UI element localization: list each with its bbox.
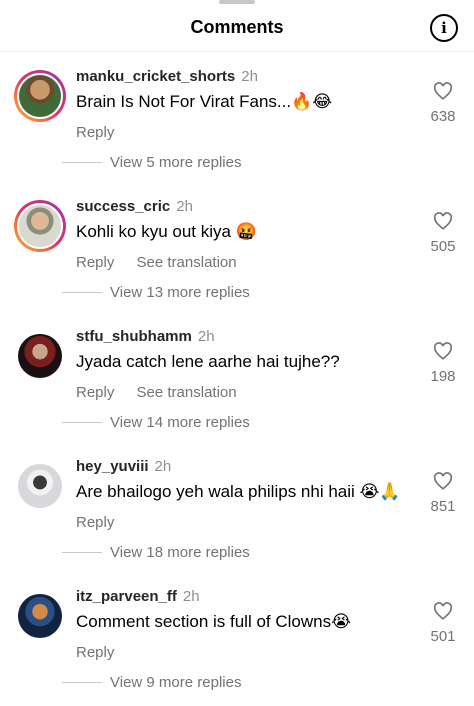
comment-actions: Reply <box>76 124 132 141</box>
view-replies-label: View 9 more replies <box>110 674 242 691</box>
avatar[interactable] <box>18 594 62 638</box>
comment-time: 2h <box>176 198 193 215</box>
comment-actions: Reply See translation <box>76 254 255 271</box>
comment-time: 2h <box>241 68 258 85</box>
comment-item: itz_parveen_ff 2h Comment section is full… <box>0 588 474 706</box>
replies-divider <box>62 292 102 293</box>
comment-actions: Reply <box>76 644 132 661</box>
like-control: 638 <box>426 82 460 125</box>
info-icon-glyph: i <box>441 18 447 37</box>
comment-item: stfu_shubhamm 2h Jyada catch lene aarhe h… <box>0 328 474 458</box>
comment-time: 2h <box>197 328 215 345</box>
like-count: 501 <box>430 628 456 645</box>
heart-icon[interactable] <box>433 472 453 490</box>
comment-text: Kohli ko kyu out kiya 🤬 <box>76 222 257 241</box>
view-replies-button[interactable]: View 18 more replies <box>62 544 250 561</box>
reply-button[interactable]: Reply <box>76 254 114 271</box>
view-replies-label: View 5 more replies <box>110 154 242 171</box>
avatar[interactable] <box>18 334 62 378</box>
avatar[interactable] <box>14 70 66 122</box>
like-control: 501 <box>426 602 460 645</box>
replies-divider <box>62 552 102 553</box>
comment-text: Are bhailogo yeh wala philips nhi haii 😭… <box>76 482 401 501</box>
replies-divider <box>62 162 102 163</box>
like-count: 851 <box>430 498 456 515</box>
reply-button[interactable]: Reply <box>76 514 114 531</box>
like-control: 851 <box>426 472 460 515</box>
comment-text: Brain Is Not For Virat Fans...🔥😂 <box>76 92 333 111</box>
comment-username[interactable]: stfu_shubhamm 2h <box>76 328 215 345</box>
comment-text: Jyada catch lene aarhe hai tujhe?? <box>76 352 340 371</box>
avatar[interactable] <box>14 200 66 252</box>
reply-button[interactable]: Reply <box>76 384 114 401</box>
replies-divider <box>62 682 102 683</box>
heart-icon[interactable] <box>433 82 453 100</box>
like-control: 198 <box>426 342 460 385</box>
heart-icon[interactable] <box>433 212 453 230</box>
view-replies-button[interactable]: View 9 more replies <box>62 674 241 691</box>
heart-icon[interactable] <box>433 342 453 360</box>
comment-item: manku_cricket_shorts 2h Brain Is Not For … <box>0 68 474 198</box>
comment-item: hey_yuviii 2h Are bhailogo yeh wala phili… <box>0 458 474 588</box>
like-count: 505 <box>430 238 456 255</box>
comment-username[interactable]: success_cric 2h <box>76 198 193 215</box>
reply-button[interactable]: Reply <box>76 644 114 661</box>
see-translation-button[interactable]: See translation <box>137 384 237 401</box>
comment-username[interactable]: hey_yuviii 2h <box>76 458 171 475</box>
comments-header: Comments i <box>0 0 474 52</box>
comment-actions: Reply <box>76 514 132 531</box>
like-count: 198 <box>430 368 456 385</box>
comment-username[interactable]: manku_cricket_shorts 2h <box>76 68 258 85</box>
like-count: 638 <box>430 108 456 125</box>
comment-item: success_cric 2h Kohli ko kyu out kiya 🤬 R… <box>0 198 474 328</box>
info-icon[interactable]: i <box>430 14 458 42</box>
heart-icon[interactable] <box>433 602 453 620</box>
view-replies-button[interactable]: View 14 more replies <box>62 414 250 431</box>
view-replies-button[interactable]: View 13 more replies <box>62 284 250 301</box>
comment-text: Comment section is full of Clowns😭 <box>76 612 351 631</box>
comment-time: 2h <box>154 458 172 475</box>
view-replies-button[interactable]: View 5 more replies <box>62 154 241 171</box>
avatar[interactable] <box>18 464 62 508</box>
view-replies-label: View 18 more replies <box>110 544 250 561</box>
replies-divider <box>62 422 102 423</box>
comment-username[interactable]: itz_parveen_ff 2h <box>76 588 200 605</box>
comment-time: 2h <box>182 588 200 605</box>
see-translation-button[interactable]: See translation <box>137 254 237 271</box>
comment-actions: Reply See translation <box>76 384 255 401</box>
view-replies-label: View 14 more replies <box>110 414 250 431</box>
like-control: 505 <box>426 212 460 255</box>
page-title: Comments <box>190 17 284 37</box>
reply-button[interactable]: Reply <box>76 124 114 141</box>
view-replies-label: View 13 more replies <box>110 284 250 301</box>
